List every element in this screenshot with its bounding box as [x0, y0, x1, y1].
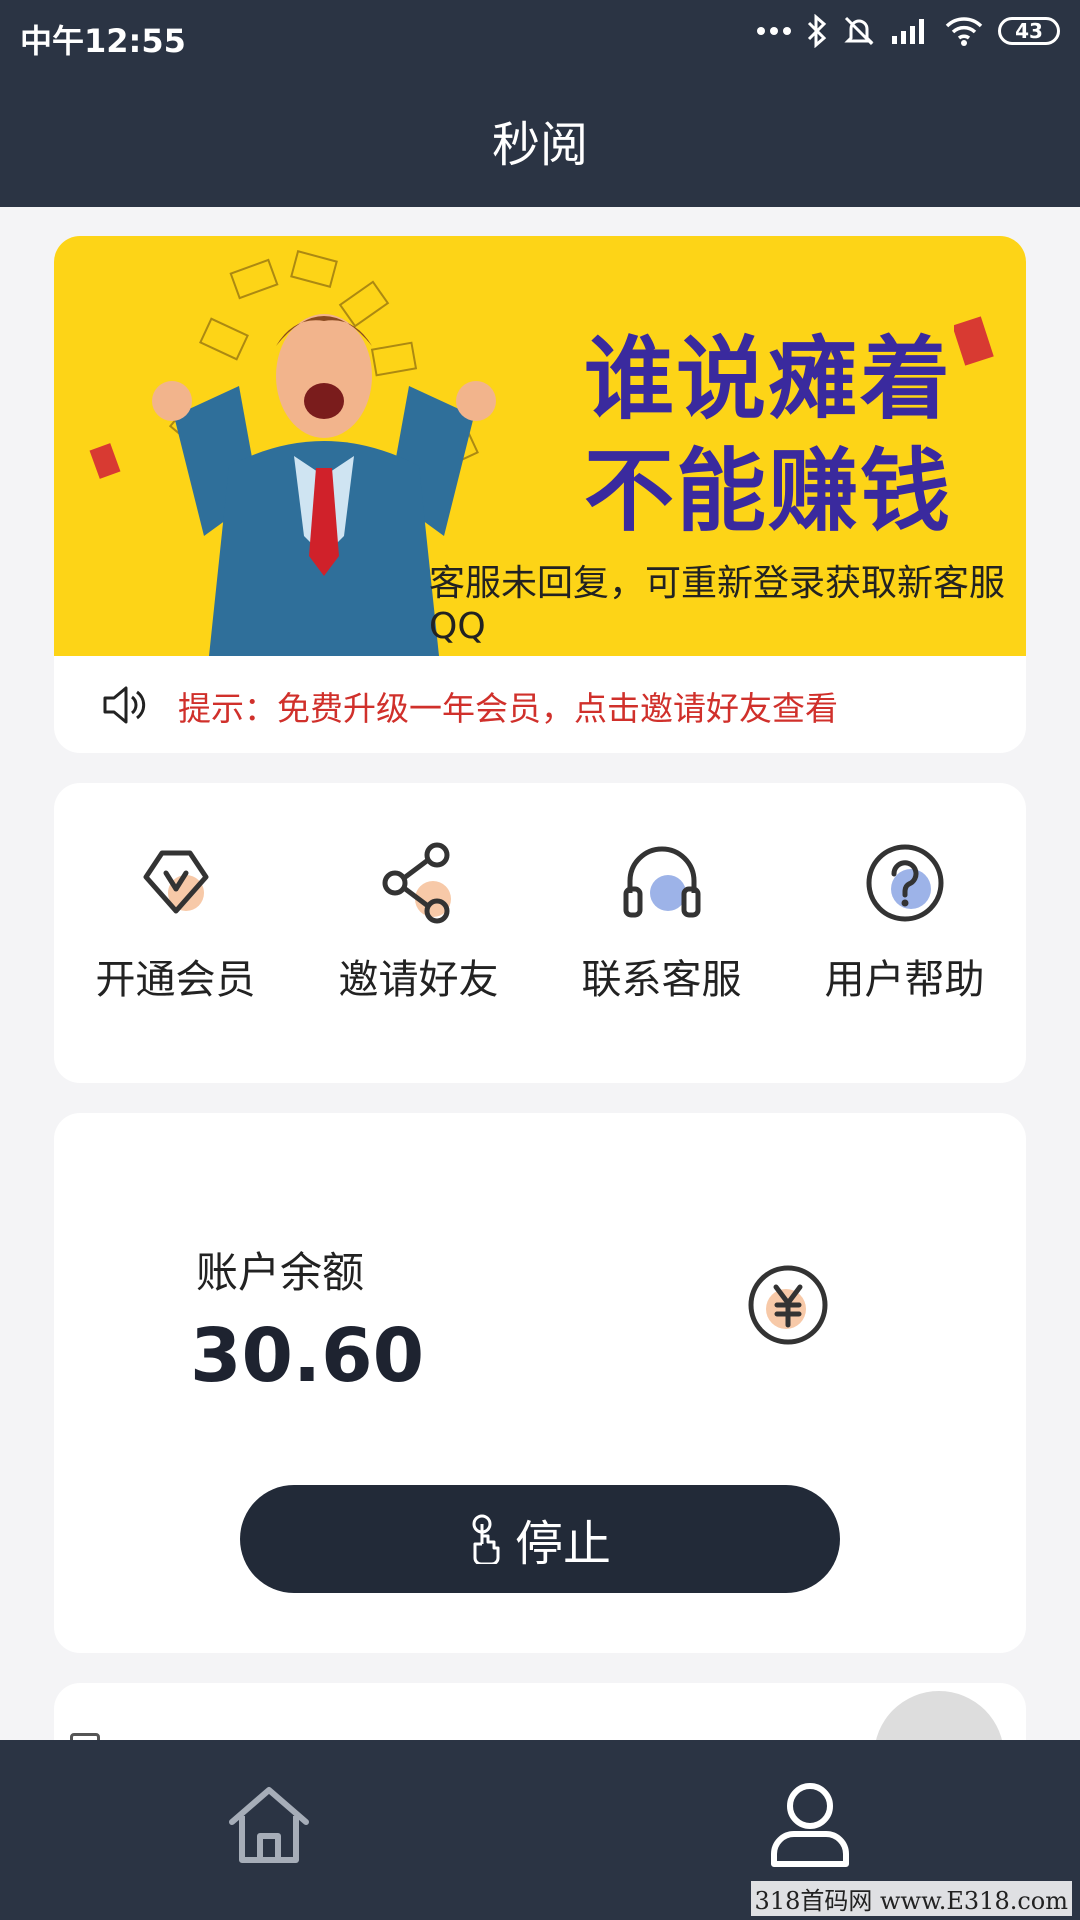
speaker-icon	[103, 686, 146, 724]
menu-label-invite: 邀请好友	[338, 957, 499, 1003]
bottom-nav: 318首码网 www.E318.com	[0, 1740, 1080, 1920]
status-bar: 中午12:55 43	[0, 0, 1080, 72]
balance-value: 30.60	[190, 1313, 425, 1399]
yen-icon	[748, 1265, 828, 1345]
battery-icon: 43	[998, 17, 1060, 45]
menu-item-support[interactable]: 联系客服	[540, 841, 783, 1041]
banner-headline-line2: 不能赚钱	[584, 439, 952, 544]
stop-button-label: 停止	[514, 1516, 611, 1572]
menu-item-help[interactable]: 用户帮助	[783, 841, 1026, 1041]
menu-label-vip: 开通会员	[95, 957, 256, 1003]
page-title: 秒阅	[491, 116, 588, 173]
banner-headline-line1: 谁说瘫着	[584, 327, 952, 432]
red-envelope-icon	[954, 316, 994, 366]
tap-hand-icon	[472, 1514, 500, 1564]
watermark: 318首码网 www.E318.com	[750, 1881, 1072, 1916]
banner-headline: 谁说瘫着 不能赚钱	[584, 324, 952, 548]
banner-card[interactable]: 谁说瘫着 不能赚钱 客服未回复，可重新登录获取新客服QQ 提示：免费升级一年会员…	[54, 236, 1026, 753]
signal-icon	[892, 19, 924, 44]
help-icon	[866, 844, 943, 922]
balance-card: 账户余额 30.60 停止	[54, 1113, 1026, 1653]
quick-menu-card: 开通会员 邀请好友 联系客服 用户帮助	[54, 783, 1026, 1083]
share-icon	[382, 842, 451, 924]
more-dots-icon	[757, 27, 791, 35]
menu-label-help: 用户帮助	[824, 957, 985, 1003]
menu-item-invite[interactable]: 邀请好友	[297, 841, 540, 1041]
home-icon[interactable]	[224, 1780, 314, 1870]
mute-bell-icon	[844, 16, 874, 46]
bluetooth-icon	[807, 14, 827, 48]
wifi-icon	[945, 17, 983, 46]
status-icons: 43	[756, 14, 1060, 48]
banner-subtitle: 客服未回复，可重新登录获取新客服QQ	[429, 563, 1006, 647]
menu-label-support: 联系客服	[581, 957, 742, 1003]
promo-banner[interactable]: 谁说瘫着 不能赚钱 客服未回复，可重新登录获取新客服QQ	[54, 236, 1026, 656]
notice-text[interactable]: 提示：免费升级一年会员，点击邀请好友查看	[178, 682, 838, 730]
vip-icon	[143, 850, 208, 914]
app-bar: 秒阅	[0, 72, 1080, 207]
notice-bar[interactable]: 提示：免费升级一年会员，点击邀请好友查看	[54, 656, 1026, 753]
balance-label: 账户余额	[196, 1248, 365, 1297]
stop-button[interactable]: 停止	[240, 1485, 840, 1593]
headset-icon	[623, 846, 700, 918]
menu-item-vip[interactable]: 开通会员	[54, 841, 297, 1041]
status-time: 中午12:55	[20, 22, 186, 60]
user-icon[interactable]	[768, 1780, 852, 1870]
